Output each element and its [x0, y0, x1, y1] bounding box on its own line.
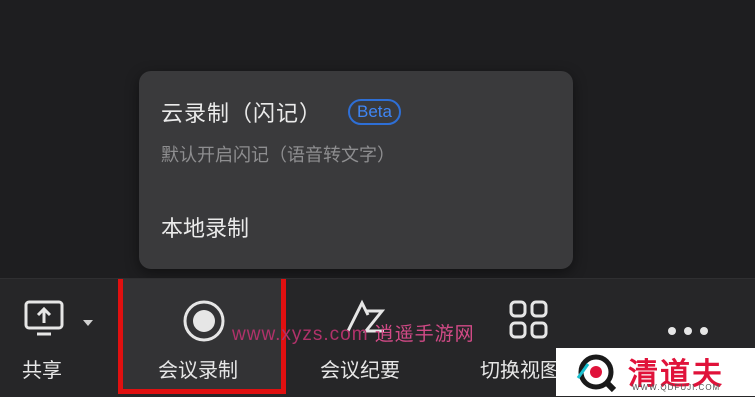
switch-view-button[interactable]: 切换视图 [470, 279, 570, 397]
brand-url: WWW.QDFUJI.COM [632, 383, 721, 392]
switch-view-label: 切换视图 [480, 358, 560, 382]
cloud-record-subtitle: 默认开启闪记（语音转文字） [161, 145, 395, 166]
share-button[interactable]: 共享 [0, 279, 110, 397]
grid-view-icon [508, 299, 550, 345]
record-menu-popup: 云录制（闪记） Beta 默认开启闪记（语音转文字） 本地录制 [139, 71, 573, 269]
more-icon [666, 321, 714, 340]
watermark-text: 逍遥手游网 [374, 324, 475, 345]
brand-logo-icon [576, 352, 620, 396]
site-watermark: www.xyzs.com 逍遥手游网 [232, 319, 475, 346]
chevron-down-icon[interactable] [83, 320, 93, 326]
meeting-record-label: 会议录制 [158, 358, 238, 382]
cloud-record-option[interactable]: 云录制（闪记） Beta [161, 96, 401, 128]
beta-badge: Beta [348, 99, 401, 125]
cloud-record-title: 云录制（闪记） [161, 102, 323, 127]
watermark-url: www.xyzs.com [232, 324, 369, 345]
meeting-summary-label: 会议纪要 [320, 358, 400, 382]
screen-share-icon [24, 299, 68, 343]
share-label: 共享 [22, 358, 62, 382]
record-icon [182, 299, 226, 347]
local-record-option[interactable]: 本地录制 [161, 211, 249, 243]
brand-watermark: 清道夫 WWW.QDFUJI.COM [556, 348, 755, 396]
